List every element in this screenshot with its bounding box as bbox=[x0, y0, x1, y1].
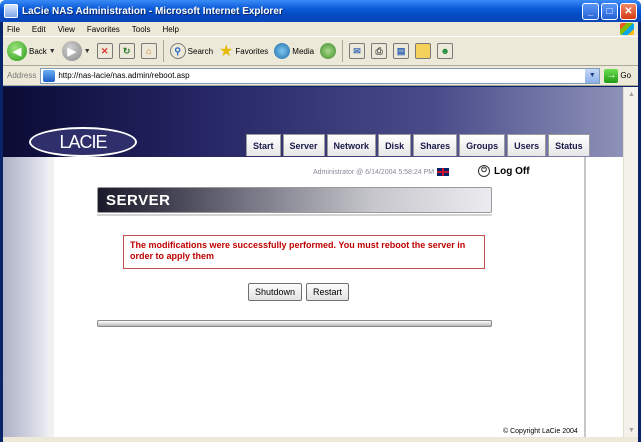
minimize-button[interactable]: _ bbox=[582, 3, 599, 20]
tab-shares[interactable]: Shares bbox=[413, 134, 458, 156]
home-icon[interactable]: ⌂ bbox=[140, 43, 157, 59]
right-divider bbox=[584, 157, 586, 437]
logoff-link[interactable]: ⏻ Log Off bbox=[478, 165, 530, 177]
close-button[interactable]: ✕ bbox=[620, 3, 637, 20]
menu-edit[interactable]: Edit bbox=[32, 25, 46, 34]
footer-bar bbox=[97, 320, 492, 327]
page-viewport: LACIE Start Server Network Disk Shares G… bbox=[3, 87, 623, 437]
go-button[interactable]: → Go bbox=[604, 68, 632, 83]
title-bar: LaCie NAS Administration - Microsoft Int… bbox=[0, 0, 641, 22]
power-icon: ⏻ bbox=[478, 165, 490, 177]
search-icon: ⚲ bbox=[169, 43, 186, 59]
stop-icon[interactable]: ✕ bbox=[96, 43, 113, 59]
go-arrow-icon: → bbox=[604, 68, 619, 83]
menu-help[interactable]: Help bbox=[162, 25, 178, 34]
address-url[interactable]: http://nas-lacie/nas.admin/reboot.asp bbox=[58, 71, 189, 80]
address-input[interactable]: http://nas-lacie/nas.admin/reboot.asp ▼ bbox=[40, 67, 601, 84]
media-label: Media bbox=[292, 46, 315, 56]
admin-info: Administrator @ 6/14/2004 5:58:24 PM bbox=[313, 168, 450, 176]
status-message: The modifications were successfully perf… bbox=[123, 235, 485, 269]
forward-button[interactable]: ▶ ▼ bbox=[61, 41, 91, 61]
mail-icon[interactable]: ✉ bbox=[349, 43, 366, 59]
maximize-button[interactable]: □ bbox=[601, 3, 618, 20]
chevron-down-icon[interactable]: ▼ bbox=[84, 48, 91, 55]
menu-file[interactable]: File bbox=[7, 25, 20, 34]
tab-start[interactable]: Start bbox=[246, 134, 281, 156]
address-label: Address bbox=[7, 71, 37, 80]
copyright-text: © Copyright LaCie 2004 bbox=[503, 428, 578, 435]
status-bar bbox=[3, 437, 638, 442]
tab-server[interactable]: Server bbox=[282, 134, 325, 156]
windows-logo-icon bbox=[620, 23, 634, 35]
go-label: Go bbox=[620, 71, 632, 80]
tab-status[interactable]: Status bbox=[548, 134, 590, 156]
left-sidebar-band bbox=[3, 157, 48, 437]
tab-disk[interactable]: Disk bbox=[378, 134, 412, 156]
print-icon[interactable]: ⎙ bbox=[371, 43, 388, 59]
scroll-up-icon[interactable]: ▲ bbox=[624, 87, 639, 101]
media-button[interactable]: Media bbox=[274, 43, 314, 59]
logoff-label: Log Off bbox=[494, 165, 530, 177]
uk-flag-icon[interactable] bbox=[437, 168, 450, 176]
folder-icon[interactable] bbox=[415, 43, 432, 59]
address-bar: Address http://nas-lacie/nas.admin/reboo… bbox=[3, 66, 638, 86]
nav-tabs: Start Server Network Disk Shares Groups … bbox=[246, 134, 590, 156]
back-arrow-icon: ◀ bbox=[7, 41, 27, 61]
restart-button[interactable]: Restart bbox=[306, 283, 350, 301]
shutdown-button[interactable]: Shutdown bbox=[248, 283, 303, 301]
history-icon[interactable] bbox=[320, 43, 337, 59]
favorites-label: Favorites bbox=[235, 46, 269, 56]
tab-groups[interactable]: Groups bbox=[459, 134, 506, 156]
refresh-icon[interactable]: ↻ bbox=[118, 43, 135, 59]
search-button[interactable]: ⚲ Search bbox=[169, 43, 214, 59]
action-buttons: Shutdown Restart bbox=[248, 283, 350, 301]
scroll-down-icon[interactable]: ▼ bbox=[624, 423, 639, 437]
browser-window: LaCie NAS Administration - Microsoft Int… bbox=[0, 0, 641, 442]
menu-view[interactable]: View bbox=[58, 25, 75, 34]
search-label: Search bbox=[187, 46, 214, 56]
tab-network[interactable]: Network bbox=[326, 134, 377, 156]
section-underline bbox=[97, 214, 492, 216]
chevron-down-icon[interactable]: ▼ bbox=[49, 48, 56, 55]
window-controls: _ □ ✕ bbox=[582, 3, 637, 20]
toolbar-separator bbox=[342, 40, 344, 62]
menu-tools[interactable]: Tools bbox=[132, 25, 151, 34]
section-title: SERVER bbox=[106, 192, 171, 209]
chevron-down-icon[interactable]: ▼ bbox=[585, 68, 600, 83]
vertical-scrollbar[interactable]: ▲ ▼ bbox=[623, 87, 638, 437]
menu-bar: File Edit View Favorites Tools Help bbox=[3, 22, 638, 36]
lacie-logo: LACIE bbox=[29, 127, 137, 157]
toolbar: ◀ Back ▼ ▶ ▼ ✕ ↻ ⌂ ⚲ Search ★ Favorites … bbox=[3, 36, 638, 66]
section-header: SERVER bbox=[97, 187, 492, 213]
admin-timestamp: Administrator @ 6/14/2004 5:58:24 PM bbox=[313, 168, 435, 176]
star-icon: ★ bbox=[219, 43, 234, 60]
back-button[interactable]: ◀ Back ▼ bbox=[7, 41, 56, 61]
window-title: LaCie NAS Administration - Microsoft Int… bbox=[22, 5, 283, 17]
tab-users[interactable]: Users bbox=[507, 134, 547, 156]
forward-arrow-icon: ▶ bbox=[61, 41, 82, 61]
page-icon bbox=[43, 69, 56, 82]
back-label: Back bbox=[29, 46, 47, 56]
toolbar-separator bbox=[162, 40, 164, 62]
messenger-icon[interactable]: ☻ bbox=[437, 43, 454, 59]
menu-favorites[interactable]: Favorites bbox=[87, 25, 120, 34]
ie-icon bbox=[4, 4, 18, 18]
edit-icon[interactable]: ▤ bbox=[393, 43, 410, 59]
page-header: LACIE Start Server Network Disk Shares G… bbox=[3, 87, 623, 157]
favorites-button[interactable]: ★ Favorites bbox=[219, 41, 268, 61]
media-icon bbox=[274, 43, 291, 59]
